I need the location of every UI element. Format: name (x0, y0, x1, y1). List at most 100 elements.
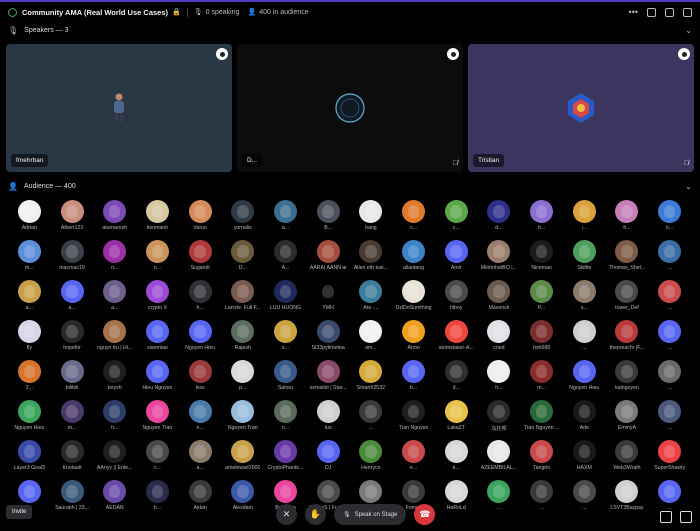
audience-member[interactable]: tower_Def (606, 280, 649, 320)
audience-member[interactable]: m... (8, 240, 51, 280)
audience-member[interactable]: m... (51, 400, 94, 440)
audience-member[interactable]: e... (392, 440, 435, 480)
audience-member[interactable]: Ata -... (350, 280, 393, 320)
audience-member[interactable]: h... (606, 200, 649, 240)
audience-member[interactable]: s... (563, 280, 606, 320)
audience-member[interactable]: nguyn tru | Hi... (93, 320, 136, 360)
popout-icon[interactable] (665, 7, 674, 17)
audience-member[interactable]: a... (93, 280, 136, 320)
audience-member[interactable]: Nguyen Hieu (8, 400, 51, 440)
audience-member[interactable]: SI33pytimetea (307, 320, 350, 360)
audience-member[interactable]: AEDAN (93, 480, 136, 520)
audience-member[interactable]: 乌托邦 (478, 400, 521, 440)
audience-member[interactable]: ... (563, 480, 606, 520)
audience-member[interactable]: h... (93, 400, 136, 440)
audience-member[interactable]: a... (179, 440, 222, 480)
audience-member[interactable]: ... (648, 320, 691, 360)
popout-icon[interactable] (660, 511, 672, 523)
audience-member[interactable]: Nguyen Tran (221, 400, 264, 440)
audience-member[interactable]: ... (563, 320, 606, 360)
audience-member[interactable]: n... (179, 400, 222, 440)
audience-member[interactable]: ... (350, 400, 393, 440)
audience-member[interactable]: k... (435, 440, 478, 480)
audience-member[interactable]: A... (264, 240, 307, 280)
audience-member[interactable]: Alexdam (221, 480, 264, 520)
speakers-header[interactable]: 🎙 Speakers — 3 ⌄ (0, 22, 700, 38)
audience-member[interactable]: s... (264, 320, 307, 360)
audience-member[interactable]: bilibili (51, 360, 94, 400)
audience-member[interactable]: ... (478, 480, 521, 520)
audience-member[interactable]: c... (435, 200, 478, 240)
audience-member[interactable]: xiaomiao (136, 320, 179, 360)
audience-member[interactable]: c... (136, 440, 179, 480)
chevron-down-icon[interactable]: ⌄ (685, 182, 692, 191)
audience-member[interactable]: Satoru (264, 360, 307, 400)
fullscreen-icon[interactable] (680, 511, 692, 523)
speaker-tile[interactable]: D... 🎙̸ (237, 44, 463, 172)
audience-member[interactable]: ... (520, 480, 563, 520)
audience-member[interactable]: Rajesh (221, 320, 264, 360)
fullscreen-icon[interactable] (683, 7, 692, 17)
audience-member[interactable]: n... (136, 240, 179, 280)
audience-member[interactable]: kainguyen (606, 360, 649, 400)
audience-member[interactable]: a... (8, 280, 51, 320)
leave-stage-button[interactable]: ☎ (414, 504, 436, 525)
audience-member[interactable]: Varun (179, 200, 222, 240)
audience-member[interactable]: Ade (563, 400, 606, 440)
audience-member[interactable]: AARA| AANN ai (307, 240, 350, 280)
speaker-tile[interactable]: fmehrban (6, 44, 232, 172)
audience-member[interactable]: B... (307, 200, 350, 240)
audience-member[interactable]: a... (264, 200, 307, 240)
audience-member[interactable]: semalist | Star... (307, 360, 350, 400)
audience-member[interactable]: Allen eth tusi... (350, 240, 393, 280)
audience-member[interactable]: Skittle (563, 240, 606, 280)
audience-member[interactable]: boysh (93, 360, 136, 400)
audience-member[interactable]: amelewa#2000 (221, 440, 264, 480)
audience-member[interactable]: D... (221, 240, 264, 280)
invite-button[interactable]: Invite (6, 505, 33, 519)
audience-member[interactable]: Henrycn (350, 440, 393, 480)
audience-member[interactable]: kiss (179, 360, 222, 400)
audience-member[interactable]: EmmyA (606, 400, 649, 440)
mic-toggle-button[interactable]: ✕ (276, 504, 297, 525)
audience-member[interactable]: Tran Nguyen ... (520, 400, 563, 440)
audience-member[interactable]: Larrzle: Full F... (221, 280, 264, 320)
audience-member[interactable]: SuperShawty (648, 440, 691, 480)
audience-member[interactable]: LUU HUONG (264, 280, 307, 320)
audience-member[interactable]: Smart#2532 (350, 360, 393, 400)
audience-member[interactable]: d... (478, 200, 521, 240)
audience-member[interactable]: Tran Nguyen (392, 400, 435, 440)
audience-member[interactable]: hiboy (435, 280, 478, 320)
more-dots-icon[interactable]: ••• (629, 7, 638, 17)
audience-member[interactable]: LakaZT (435, 400, 478, 440)
audience-member[interactable]: Anon (392, 320, 435, 360)
audience-member[interactable]: DziDoSumthing (392, 280, 435, 320)
audience-header[interactable]: 👤 Audience — 400 ⌄ (0, 178, 700, 194)
audience-member[interactable]: Thomas_Shel... (606, 240, 649, 280)
audience-member[interactable]: HaRoLd (435, 480, 478, 520)
audience-member[interactable]: yurnalis (221, 200, 264, 240)
audience-member[interactable]: Hieu Nguyen (136, 360, 179, 400)
audience-member[interactable]: ... (648, 360, 691, 400)
audience-member[interactable]: LSVT3Bazpay (606, 480, 649, 520)
audience-member[interactable]: a... (51, 280, 94, 320)
speaker-tile[interactable]: Tristian 🎙̸ (468, 44, 694, 172)
audience-member[interactable]: 2... (8, 360, 51, 400)
audience-member[interactable]: Amir (435, 240, 478, 280)
audience-member[interactable]: d... (435, 360, 478, 400)
audience-member[interactable]: aturnaresh (93, 200, 136, 240)
audience-member[interactable]: crypto X (136, 280, 179, 320)
audience-member[interactable]: P... (520, 280, 563, 320)
audience-member[interactable]: am... (350, 320, 393, 360)
audience-member[interactable]: Adrian (8, 200, 51, 240)
pin-icon[interactable] (216, 48, 228, 60)
audience-member[interactable]: p... (221, 360, 264, 400)
audience-member[interactable]: AZEEMBILAL... (478, 440, 521, 480)
audience-member[interactable]: c... (392, 200, 435, 240)
audience-member[interactable]: h... (478, 360, 521, 400)
audience-member[interactable]: cried (478, 320, 521, 360)
audience-member[interactable]: h... (520, 200, 563, 240)
audience-member[interactable]: hopefor (51, 320, 94, 360)
audience-member[interactable]: HAXM (563, 440, 606, 480)
audience-member[interactable]: Saurabh | 23... (51, 480, 94, 520)
